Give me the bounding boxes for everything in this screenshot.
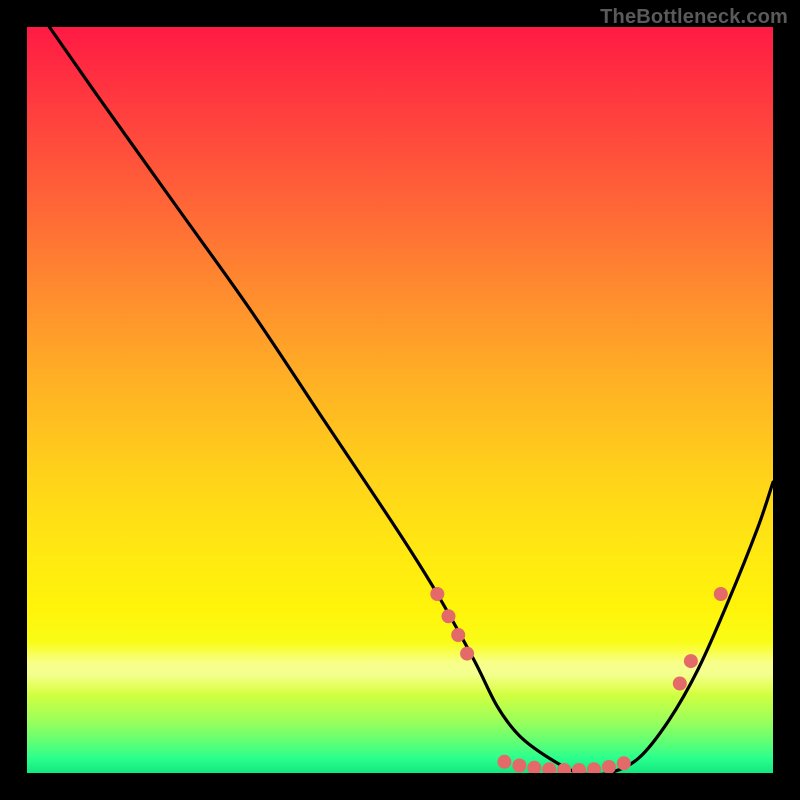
chart-svg [27, 27, 773, 773]
data-point [497, 755, 511, 769]
data-point [673, 677, 687, 691]
bottleneck-curve [49, 27, 773, 773]
data-point [451, 628, 465, 642]
watermark-text: TheBottleneck.com [600, 6, 788, 29]
data-point [617, 756, 631, 770]
data-point [542, 762, 556, 773]
data-point [572, 763, 586, 773]
data-point [587, 762, 601, 773]
data-point [430, 587, 444, 601]
data-point [460, 647, 474, 661]
plot-area [27, 27, 773, 773]
chart-stage: TheBottleneck.com [0, 0, 800, 800]
data-point [512, 759, 526, 773]
data-point [714, 587, 728, 601]
data-points [430, 587, 728, 773]
data-point [602, 760, 616, 773]
data-point [684, 654, 698, 668]
data-point [442, 609, 456, 623]
data-point [527, 761, 541, 773]
